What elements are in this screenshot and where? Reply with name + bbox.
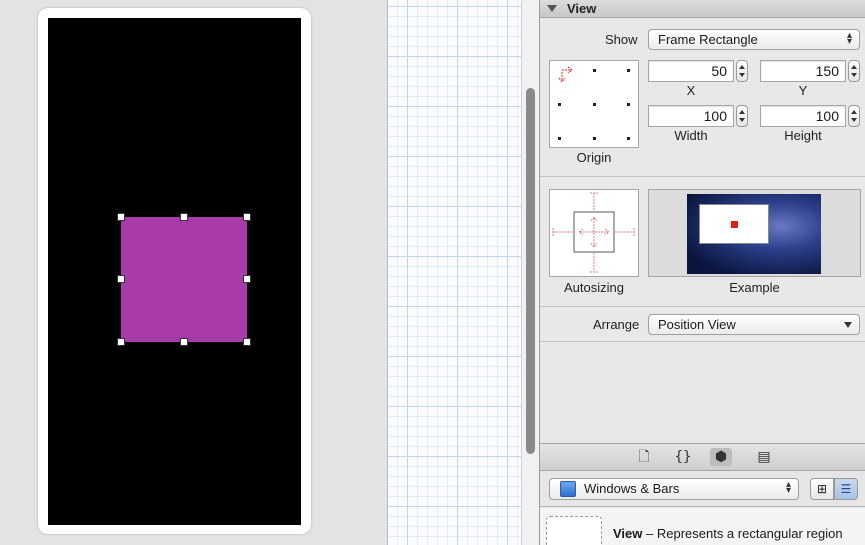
- height-field[interactable]: 100: [760, 105, 846, 127]
- resize-handle-bottom-right[interactable]: [243, 338, 251, 346]
- chevron-down-icon: [844, 322, 852, 328]
- show-label: Show: [605, 32, 638, 47]
- autosizing-control[interactable]: [549, 189, 639, 277]
- list-icon[interactable]: ☰: [834, 478, 858, 500]
- example-label: Example: [729, 280, 780, 295]
- folder-icon: [560, 481, 576, 497]
- x-label: X: [686, 83, 696, 98]
- divider: [540, 341, 865, 342]
- example-center-marker: [731, 221, 738, 228]
- layout-grid: [387, 0, 521, 545]
- resize-handle-top[interactable]: [180, 213, 188, 221]
- cube-icon[interactable]: ⬢: [710, 448, 732, 466]
- arrange-popup[interactable]: Position View: [648, 314, 860, 335]
- library-item-name: View: [613, 526, 643, 541]
- y-stepper[interactable]: [848, 60, 860, 82]
- updown-arrows-icon: ▴ ▾: [846, 30, 852, 47]
- origin-point[interactable]: [593, 137, 596, 140]
- origin-control[interactable]: [549, 60, 639, 148]
- autosizing-label: Autosizing: [564, 280, 624, 295]
- origin-point[interactable]: [627, 69, 630, 72]
- view-section-header[interactable]: View: [540, 0, 865, 18]
- show-popup-value: Frame Rectangle: [658, 32, 758, 47]
- height-stepper[interactable]: [848, 105, 860, 127]
- origin-point[interactable]: [627, 103, 630, 106]
- x-field[interactable]: 50: [648, 60, 734, 82]
- size-inspector: View Show Frame Rectangle ▴ ▾ Origin 50 1…: [539, 0, 865, 545]
- divider: [540, 306, 865, 307]
- example-preview: [687, 194, 821, 274]
- show-popup[interactable]: Frame Rectangle ▴ ▾: [648, 29, 860, 50]
- example-view-rect: [699, 204, 769, 244]
- updown-arrows-icon: ▴ ▾: [785, 479, 791, 496]
- file-icon[interactable]: 🗋: [633, 448, 655, 466]
- section-title: View: [567, 1, 597, 16]
- design-canvas: [0, 0, 387, 545]
- origin-point[interactable]: [627, 137, 630, 140]
- resize-handle-left[interactable]: [117, 275, 125, 283]
- device-frame: [38, 8, 311, 534]
- library-category-popup[interactable]: Windows & Bars ▴ ▾: [549, 478, 799, 500]
- braces-icon[interactable]: {}: [672, 448, 694, 466]
- height-label: Height: [784, 128, 822, 143]
- example-panel: [648, 189, 861, 277]
- y-label: Y: [798, 83, 808, 98]
- autosizing-struts-icon: [552, 192, 635, 273]
- library-item-description: – Represents a rectangular region: [642, 526, 843, 541]
- root-view[interactable]: [48, 18, 301, 525]
- divider: [540, 176, 865, 177]
- resize-handle-top-left[interactable]: [117, 213, 125, 221]
- grid-icon[interactable]: ⊞: [810, 478, 834, 500]
- library-tabs: 🗋 {} ⬢ ▤: [540, 443, 865, 471]
- origin-point[interactable]: [593, 69, 596, 72]
- view-object-icon: [546, 516, 602, 545]
- x-stepper[interactable]: [736, 60, 748, 82]
- width-field[interactable]: 100: [648, 105, 734, 127]
- selected-subview[interactable]: [121, 217, 247, 342]
- width-stepper[interactable]: [736, 105, 748, 127]
- library-item-text: View – Represents a rectangular region: [613, 526, 843, 541]
- library-filter-bar: Windows & Bars ▴ ▾ ⊞ ☰: [540, 471, 865, 507]
- origin-label: Origin: [576, 150, 612, 165]
- width-label: Width: [674, 128, 708, 143]
- origin-point[interactable]: [593, 103, 596, 106]
- media-icon[interactable]: ▤: [753, 448, 775, 466]
- library-item-view[interactable]: View – Represents a rectangular region: [540, 508, 865, 545]
- disclosure-triangle-icon[interactable]: [547, 5, 557, 12]
- arrange-popup-value: Position View: [658, 317, 736, 332]
- resize-handle-bottom-left[interactable]: [117, 338, 125, 346]
- origin-point[interactable]: [558, 103, 561, 106]
- library-category-value: Windows & Bars: [584, 481, 680, 496]
- canvas-scrollbar[interactable]: [521, 0, 539, 545]
- scrollbar-thumb[interactable]: [526, 88, 535, 454]
- arrange-label: Arrange: [593, 317, 640, 332]
- resize-handle-bottom[interactable]: [180, 338, 188, 346]
- origin-point[interactable]: [558, 137, 561, 140]
- resize-handle-right[interactable]: [243, 275, 251, 283]
- y-field[interactable]: 150: [760, 60, 846, 82]
- resize-handle-top-right[interactable]: [243, 213, 251, 221]
